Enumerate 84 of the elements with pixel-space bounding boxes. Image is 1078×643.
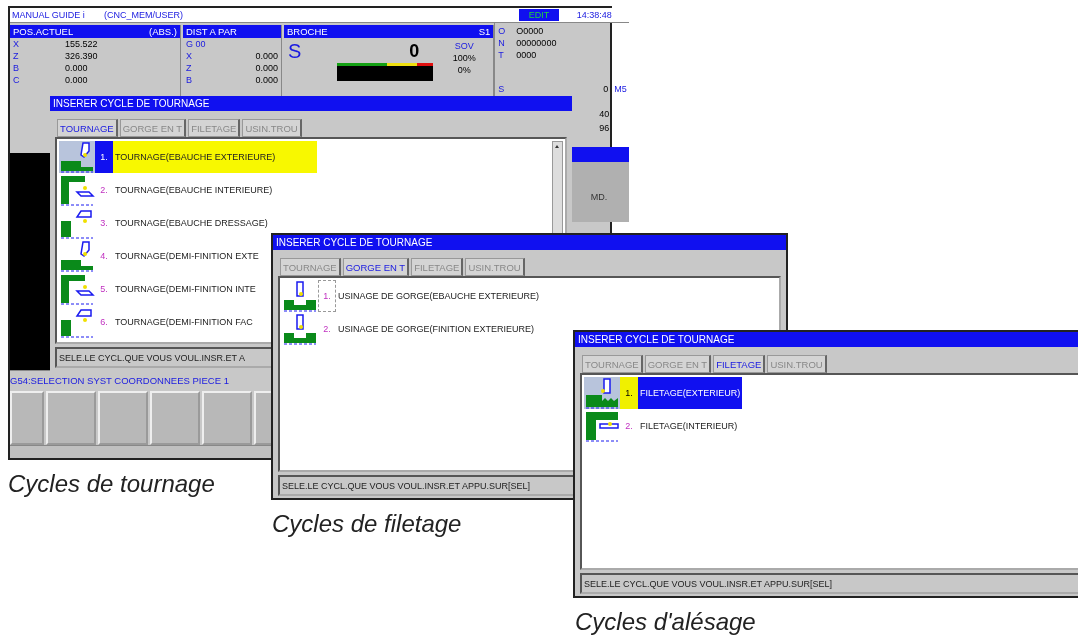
cycle-item[interactable]: FILETAGE(EXTERIEUR): [638, 376, 743, 409]
tab[interactable]: FILETAGE: [713, 355, 766, 373]
tab[interactable]: TOURNAGE: [280, 258, 341, 276]
panel-title: POS.ACTUEL: [13, 26, 74, 37]
tab[interactable]: USIN.TROU: [242, 119, 302, 137]
cycle-item[interactable]: USINAGE DE GORGE(EBAUCHE EXTERIEURE): [336, 279, 542, 312]
item-number[interactable]: 6.: [95, 305, 113, 338]
soft-key[interactable]: [150, 391, 200, 445]
spindle-speed: 0: [409, 41, 420, 61]
axis-value: 0.000: [255, 75, 278, 85]
channel-label: S1: [478, 26, 491, 37]
cycle-item[interactable]: TOURNAGE(DEMI-FINITION EXTE: [113, 239, 261, 272]
clock: 14:38:48: [575, 10, 613, 20]
program-value: 00000000: [516, 38, 557, 48]
tab[interactable]: GORGE EN T: [342, 258, 410, 276]
axis-value: 0.000: [65, 75, 88, 85]
axis-label: Z: [13, 51, 20, 61]
m-code: M5: [614, 84, 627, 94]
axis-value: 155.522: [65, 39, 98, 49]
axis-value: 326.390: [65, 51, 98, 61]
load-value: 0%: [457, 65, 471, 75]
item-number[interactable]: 1.: [318, 279, 336, 312]
scroll-up-icon[interactable]: [555, 145, 559, 148]
item-number[interactable]: 2.: [318, 312, 336, 345]
cycle-item[interactable]: TOURNAGE(EBAUCHE DRESSAGE): [113, 206, 270, 239]
axis-label: B: [186, 75, 193, 85]
soft-key[interactable]: [10, 391, 44, 445]
spindle-value: 0: [602, 84, 609, 94]
axis-label: C: [13, 75, 21, 85]
program-label: T: [498, 50, 505, 60]
axis-value: 0.000: [65, 63, 88, 73]
axis-label: X: [186, 51, 193, 61]
cycle-item[interactable]: TOURNAGE(DEMI-FINITION INTE: [113, 272, 258, 305]
cycle-item[interactable]: TOURNAGE(DEMI-FINITION FAC: [113, 305, 255, 338]
panel-title: DIST A PAR: [186, 26, 237, 37]
soft-key[interactable]: [46, 391, 96, 445]
cycle-item[interactable]: FILETAGE(INTERIEUR): [638, 409, 740, 442]
override-label: SOV: [454, 41, 474, 51]
info-text: MD.: [590, 192, 608, 202]
value-text: 40: [599, 109, 610, 119]
item-number[interactable]: 3.: [95, 206, 113, 239]
axis-label: X: [13, 39, 20, 49]
tab[interactable]: TOURNAGE: [57, 119, 118, 137]
status-message: SELE.LE CYCL.QUE VOUS VOUL.INSR.ET APPU.SUR[SEL]: [580, 573, 1078, 594]
item-number[interactable]: 2.: [620, 409, 638, 442]
item-number[interactable]: 1.: [620, 376, 638, 409]
path-label: (CNC_MEM/USER): [104, 10, 184, 20]
axis-label: B: [13, 63, 20, 73]
figure-caption: Cycles de tournage: [8, 470, 215, 498]
coordinate-mode: (ABS.): [149, 26, 177, 37]
item-number[interactable]: 5.: [95, 272, 113, 305]
dialog-title: INSERER CYCLE DE TOURNAGE: [575, 332, 1078, 347]
cycle-item[interactable]: USINAGE DE GORGE(FINITION EXTERIEURE): [336, 312, 537, 345]
program-value: 0000: [516, 50, 537, 60]
tab[interactable]: GORGE EN T: [644, 355, 712, 373]
spindle-label: S: [498, 84, 506, 94]
spindle-symbol: S: [288, 41, 302, 64]
mode-badge: EDIT: [518, 9, 560, 21]
override-value: 100%: [452, 53, 476, 63]
tab[interactable]: TOURNAGE: [582, 355, 643, 373]
cycle-item[interactable]: TOURNAGE(EBAUCHE EXTERIEURE): [113, 140, 317, 173]
cycle-item[interactable]: TOURNAGE(EBAUCHE INTERIEURE): [113, 173, 275, 206]
item-number[interactable]: 2.: [95, 173, 113, 206]
value-text: 96: [599, 123, 610, 133]
dialog-title: INSERER CYCLE DE TOURNAGE: [50, 96, 572, 111]
soft-key[interactable]: [202, 391, 252, 445]
program-label: O: [498, 26, 507, 36]
program-label: N: [498, 38, 506, 48]
axis-value: 0.000: [255, 51, 278, 61]
panel-title: BROCHE: [287, 26, 328, 37]
item-number[interactable]: 1.: [95, 140, 113, 173]
g-code: G 00: [186, 39, 206, 49]
program-value: O0000: [516, 26, 544, 36]
tab[interactable]: USIN.TROU: [767, 355, 827, 373]
soft-key[interactable]: [98, 391, 148, 445]
item-number[interactable]: 4.: [95, 239, 113, 272]
app-title: MANUAL GUIDE i: [11, 10, 86, 20]
axis-value: 0.000: [255, 63, 278, 73]
axis-label: Z: [186, 63, 193, 73]
dialog-title: INSERER CYCLE DE TOURNAGE: [273, 235, 786, 250]
tab[interactable]: GORGE EN T: [119, 119, 187, 137]
figure-caption: Cycles d'alésage: [575, 608, 756, 636]
figure-caption: Cycles de filetage: [272, 510, 462, 538]
tab[interactable]: USIN.TROU: [465, 258, 525, 276]
